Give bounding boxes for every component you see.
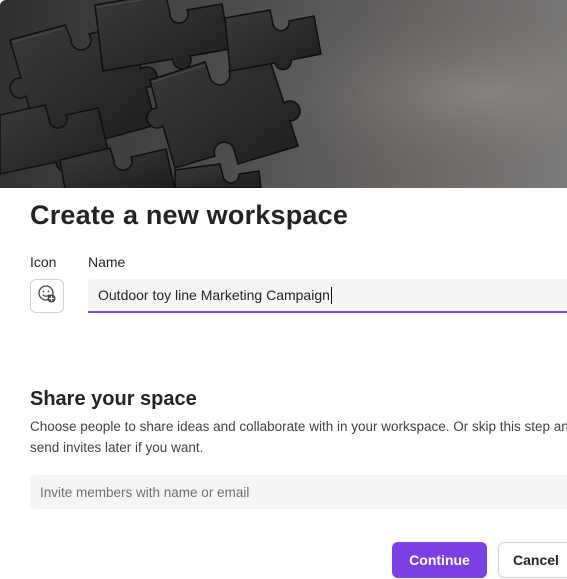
invite-placeholder: Invite members with name or email [40, 484, 250, 500]
hero-banner-image [0, 0, 567, 188]
cancel-button[interactable]: Cancel [498, 542, 567, 578]
invite-members-input[interactable]: Invite members with name or email [30, 475, 567, 509]
dialog-title: Create a new workspace [30, 200, 349, 230]
create-workspace-dialog: Create a new workspace Icon Name Outdoor… [0, 0, 567, 579]
emoji-picker-button[interactable] [30, 279, 64, 313]
icon-label: Icon [30, 254, 57, 270]
share-section-title: Share your space [30, 388, 197, 410]
continue-button[interactable]: Continue [392, 542, 487, 578]
name-label: Name [88, 254, 126, 270]
emoji-add-icon [37, 284, 57, 309]
text-cursor [330, 286, 332, 304]
workspace-name-value: Outdoor toy line Marketing Campaign [98, 287, 330, 303]
workspace-name-input[interactable]: Outdoor toy line Marketing Campaign [88, 279, 567, 313]
share-description: Choose people to share ideas and collabo… [30, 419, 567, 455]
